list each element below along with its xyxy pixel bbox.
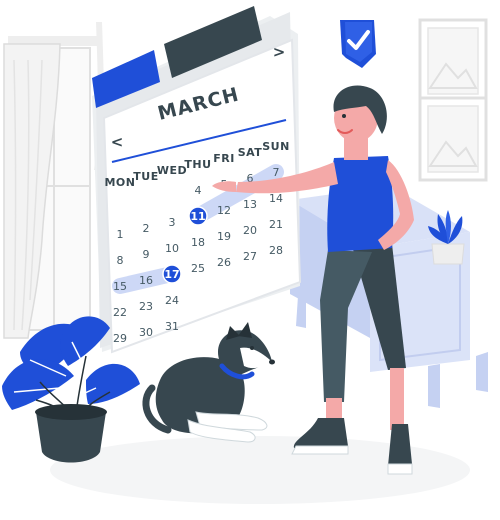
calendar-day[interactable]: 30 [139, 326, 153, 339]
calendar-day[interactable]: 9 [143, 248, 150, 261]
calendar-day[interactable]: 11 [190, 210, 205, 223]
calendar-day[interactable]: 4 [195, 184, 202, 197]
dog-lying [142, 322, 275, 443]
calendar-day[interactable]: 22 [113, 306, 127, 319]
calendar-day[interactable]: 24 [165, 294, 179, 307]
calendar-day[interactable]: 10 [165, 242, 179, 255]
calendar-day[interactable]: 17 [164, 268, 179, 281]
calendar-day[interactable]: 15 [113, 280, 127, 293]
weekday-label: MON [104, 176, 135, 189]
calendar-day[interactable]: 23 [139, 300, 153, 313]
calendar-day[interactable]: 19 [217, 230, 231, 243]
calendar-day[interactable]: 20 [243, 224, 257, 237]
calendar-day[interactable]: 14 [269, 192, 283, 205]
weekday-label: TUE [133, 170, 158, 183]
check-badge [340, 20, 376, 68]
calendar-day[interactable]: 26 [217, 256, 231, 269]
calendar-day[interactable]: 12 [217, 204, 231, 217]
calendar-day[interactable]: 13 [243, 198, 257, 211]
calendar-day[interactable]: 25 [191, 262, 205, 275]
calendar-next-button[interactable]: > [273, 43, 286, 61]
calendar-day[interactable]: 7 [273, 166, 280, 179]
calendar-prev-button[interactable]: < [111, 133, 124, 151]
calendar-day[interactable]: 29 [113, 332, 127, 345]
calendar-day[interactable]: 27 [243, 250, 257, 263]
calendar-day[interactable]: 21 [269, 218, 283, 231]
weekday-label: SUN [262, 140, 290, 153]
wall-calendar: MARCH < > MONTUEWEDTHUFRISATSUN 45671231… [92, 6, 302, 354]
weekday-label: WED [157, 164, 187, 177]
wall-frame-top [418, 18, 488, 104]
weekday-label: SAT [238, 146, 263, 159]
calendar-day[interactable]: 1 [117, 228, 124, 241]
wall-frame-bottom [418, 96, 488, 182]
calendar-day[interactable]: 16 [139, 274, 153, 287]
calendar-day[interactable]: 3 [169, 216, 176, 229]
calendar-scene-illustration: MARCH < > MONTUEWEDTHUFRISATSUN 45671231… [2, 6, 488, 504]
illustration-canvas: MARCH < > MONTUEWEDTHUFRISATSUN 45671231… [0, 0, 500, 520]
calendar-day[interactable]: 31 [165, 320, 179, 333]
calendar-day[interactable]: 18 [191, 236, 205, 249]
weekday-label: FRI [213, 152, 235, 165]
calendar-day[interactable]: 28 [269, 244, 283, 257]
weekday-label: THU [184, 158, 211, 171]
calendar-day[interactable]: 2 [143, 222, 150, 235]
calendar-day[interactable]: 8 [117, 254, 124, 267]
